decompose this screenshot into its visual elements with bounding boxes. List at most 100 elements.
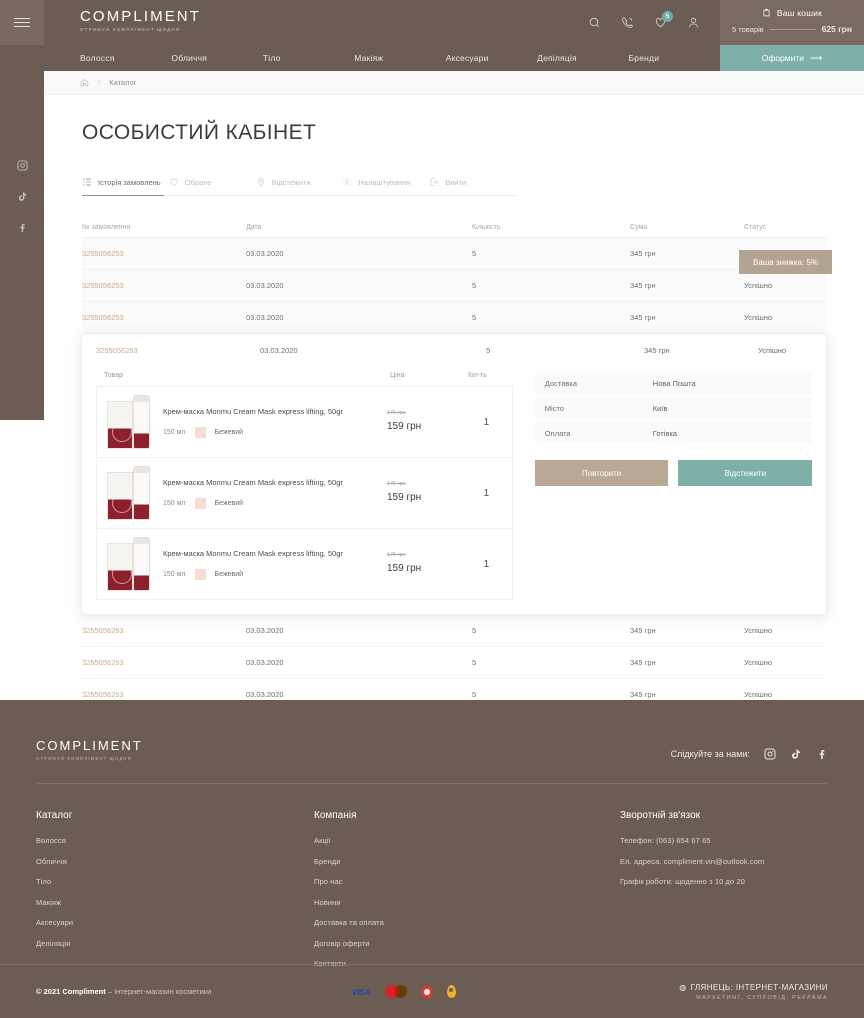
footer-column-company: Компанія Акції Бренди Про нас Новини Дос…	[314, 810, 620, 980]
follow-us: Слідкуйте за нами:	[671, 738, 828, 760]
order-items: Товар Ціна Кіл-ть Крем-маска Monmu Cream…	[96, 366, 513, 600]
nav-item-brands[interactable]: Бренди	[629, 53, 720, 63]
order-number[interactable]: 3255056253	[82, 313, 246, 322]
tab-logout[interactable]: Вийти	[429, 177, 516, 195]
checkout-button[interactable]: Оформити ⟶	[720, 45, 864, 71]
facebook-icon[interactable]	[816, 748, 828, 760]
order-number[interactable]: 3255056253	[96, 346, 260, 355]
menu-button[interactable]	[0, 0, 44, 45]
tiktok-icon[interactable]	[17, 191, 28, 202]
list-item[interactable]: Крем-маска Monmu Cream Mask express lift…	[96, 529, 513, 600]
table-row[interactable]: 3255056253 03.03.2020 5 345 грн Успішно	[82, 615, 826, 647]
footer-link[interactable]: Аксесуари	[36, 918, 314, 927]
user-icon[interactable]	[687, 16, 700, 29]
prostir-icon	[420, 985, 433, 998]
order-number[interactable]: 3255056253	[82, 658, 246, 667]
current-price: 159 грн	[387, 421, 422, 432]
list-item[interactable]: Крем-маска Monmu Cream Mask express lift…	[96, 458, 513, 529]
nav-item-depilation[interactable]: Депіляція	[537, 53, 628, 63]
facebook-icon[interactable]	[17, 222, 28, 233]
repeat-order-button[interactable]: Повторити	[534, 460, 669, 486]
tab-order-history[interactable]: Історія замовлень	[82, 177, 169, 195]
product-image	[105, 393, 153, 451]
tab-label: Історія замовлень	[98, 177, 161, 187]
nav-item-face[interactable]: Обличчя	[171, 53, 262, 63]
order-number[interactable]: 3255056253	[82, 249, 246, 258]
footer-link[interactable]: Депіляція	[36, 939, 314, 948]
table-row[interactable]: 3255056253 03.03.2020 5 345 грн Успішно	[82, 238, 826, 270]
nav-item-hair[interactable]: Волосся	[80, 53, 171, 63]
phone-icon[interactable]	[621, 16, 634, 29]
column-price: Ціна	[390, 372, 405, 379]
table-row[interactable]: 3255056253 03.03.2020 5 345 грн Успішно	[82, 302, 826, 334]
tab-settings[interactable]: Налаштування	[342, 177, 429, 195]
expanded-order-card: 3255056253 03.03.2020 5 345 грн Успішно …	[81, 334, 827, 615]
nav-item-body[interactable]: Тіло	[263, 53, 354, 63]
logo-tagline: ОТРИМУЙ КОМПЛІМЕНТ ЩОДНЯ	[80, 27, 181, 32]
order-number[interactable]: 3255056253	[82, 690, 246, 699]
main-nav: Волосся Обличчя Тіло Макіяж Аксесуари Де…	[44, 45, 720, 71]
product-image	[105, 535, 153, 593]
track-order-button[interactable]: Відстежити	[678, 460, 813, 486]
breadcrumb-current: Каталог	[109, 78, 137, 87]
nav-item-makeup[interactable]: Макіяж	[354, 53, 445, 63]
instagram-icon[interactable]	[16, 160, 28, 171]
footer-link[interactable]: Доставка та оплата	[314, 918, 620, 927]
privat-icon	[446, 985, 456, 998]
order-number[interactable]: 3255056253	[82, 281, 246, 290]
order-qty: 5	[472, 281, 477, 290]
contact-phone: Телефон: (063) 654 67 65	[620, 836, 711, 845]
tab-track[interactable]: Відстежити	[256, 177, 343, 195]
nav-item-accessories[interactable]: Аксесуари	[446, 53, 537, 63]
discount-badge[interactable]: Ваша знижка: 5%	[739, 250, 832, 274]
page-title: ОСОБИСТИЙ КАБІНЕТ	[82, 121, 317, 144]
tiktok-icon[interactable]	[790, 748, 802, 760]
footer-link[interactable]: Бренди	[314, 857, 620, 866]
order-number[interactable]: 3255056253	[82, 626, 246, 635]
orders-table-header: № замовлення Дата Кількість Сума Статус	[82, 218, 826, 238]
color-swatch	[194, 498, 206, 510]
info-key: Оплата	[544, 428, 571, 438]
tab-favorites[interactable]: Обране	[169, 177, 256, 195]
footer-link[interactable]: Про нас	[314, 877, 620, 886]
footer-link[interactable]: Волосся	[36, 836, 314, 845]
column-count: Кіл-ть	[468, 372, 487, 379]
product-quantity: 1	[483, 558, 490, 570]
mastercard-icon	[384, 985, 407, 998]
header-icons: 5	[588, 0, 700, 45]
expanded-order-header[interactable]: 3255056253 03.03.2020 5 345 грн Успішно	[82, 334, 826, 366]
footer-link[interactable]: Договір оферти	[314, 939, 620, 948]
developer-credit[interactable]: ◍ ГЛЯНЕЦЬ: ІНТЕРНЕТ-МАГАЗИНИ МАРКЕТИНГ, С…	[679, 983, 828, 1001]
product-color: Бежевий	[214, 429, 244, 437]
footer-logo[interactable]: COMPLIMENT ОТРИМУЙ КОМПЛІМЕНТ ЩОДНЯ	[36, 738, 143, 761]
checkout-label: Оформити	[761, 53, 805, 63]
site-header: COMPLIMENT ОТРИМУЙ КОМПЛІМЕНТ ЩОДНЯ 5 Ва…	[44, 0, 864, 71]
product-quantity: 1	[483, 487, 490, 499]
rail-social-links	[0, 160, 44, 233]
home-icon[interactable]	[80, 78, 89, 87]
footer-link[interactable]: Тіло	[36, 877, 314, 886]
cart-summary[interactable]: Ваш кошик 5 товарів 625 грн	[720, 0, 864, 45]
instagram-icon[interactable]	[764, 748, 776, 760]
footer-link[interactable]: Обличчя	[36, 857, 314, 866]
logo[interactable]: COMPLIMENT ОТРИМУЙ КОМПЛІМЕНТ ЩОДНЯ	[80, 9, 201, 32]
footer-link[interactable]: Новини	[314, 898, 620, 907]
table-row[interactable]: 3255056253 03.03.2020 5 345 грн Успішно	[82, 270, 826, 302]
order-qty: 5	[472, 249, 477, 258]
table-row[interactable]: 3255056253 03.03.2020 5 345 грн Успішно	[82, 647, 826, 679]
search-icon[interactable]	[588, 16, 601, 29]
wishlist-count-badge: 5	[662, 11, 673, 22]
info-key: Місто	[544, 403, 564, 413]
status-badge: Успішно	[758, 345, 787, 355]
product-quantity: 1	[483, 416, 490, 428]
order-qty: 5	[472, 690, 477, 699]
footer-link[interactable]: Макіяж	[36, 898, 314, 907]
info-row-payment: Оплата Готівка	[534, 422, 812, 444]
heart-icon[interactable]: 5	[654, 11, 673, 29]
breadcrumb: / Каталог	[44, 71, 864, 95]
footer-heading: Каталог	[36, 810, 73, 821]
logo-mark: COMPLIMENT	[80, 8, 202, 25]
order-sum: 345 грн	[630, 281, 656, 290]
list-item[interactable]: Крем-маска Monmu Cream Mask express lift…	[96, 387, 513, 458]
footer-link[interactable]: Акції	[314, 836, 620, 845]
